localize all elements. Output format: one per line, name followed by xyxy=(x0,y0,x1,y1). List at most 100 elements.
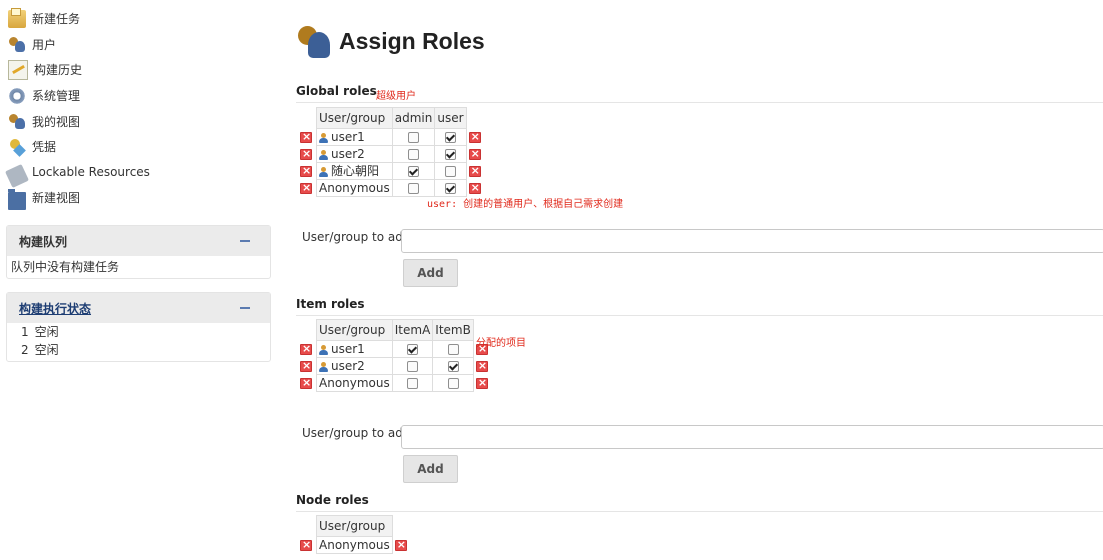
remove-row-icon[interactable] xyxy=(300,180,312,196)
task-manage[interactable]: 系统管理 xyxy=(8,83,270,109)
user-icon xyxy=(319,344,328,355)
task-my-views[interactable]: 我的视图 xyxy=(8,108,270,134)
task-label[interactable]: 我的视图 xyxy=(32,113,80,130)
user-group-cell: Anonymous xyxy=(316,536,393,554)
table-row: user1 xyxy=(298,128,485,146)
task-new-item[interactable]: 新建任务 xyxy=(8,6,270,32)
build-queue-header: 构建队列 xyxy=(7,226,270,256)
task-label[interactable]: Lockable Resources xyxy=(32,165,150,179)
task-label[interactable]: 用户 xyxy=(32,36,56,53)
user-group-cell: 随心朝阳 xyxy=(316,162,393,180)
role-checkbox[interactable] xyxy=(444,132,456,143)
build-queue-empty: 队列中没有构建任务 xyxy=(11,260,120,274)
table-header-row: User/group ItemA ItemB xyxy=(298,319,492,341)
remove-row-icon[interactable] xyxy=(468,146,481,162)
table-row: user2 xyxy=(298,145,485,163)
table-header-row: User/group admin user xyxy=(298,107,485,129)
role-checkbox[interactable] xyxy=(444,166,456,177)
executor-status: 空闲 xyxy=(34,325,59,339)
user-icon xyxy=(319,149,328,160)
page-title: Assign Roles xyxy=(296,24,485,58)
side-panel-tasks: 新建任务 用户 构建历史 系统管理 我的视图 凭据 Lockable Resou… xyxy=(5,6,270,211)
item-roles-heading: Item roles xyxy=(296,297,365,311)
collapse-icon[interactable] xyxy=(240,307,250,309)
role-checkbox[interactable] xyxy=(444,149,456,160)
global-roles-table: User/groupadminuseruser1user2随心朝阳Anonymo… xyxy=(298,107,485,197)
remove-row-icon[interactable] xyxy=(300,341,312,357)
role-checkbox[interactable] xyxy=(407,361,419,372)
task-new-view[interactable]: 新建视图 xyxy=(8,185,270,211)
table-row: user2 xyxy=(298,357,492,375)
task-label[interactable]: 构建历史 xyxy=(34,61,82,78)
people-icon xyxy=(8,35,26,53)
user-group-name: user1 xyxy=(331,342,365,356)
user-group-name: Anonymous xyxy=(319,538,390,552)
role-checkbox[interactable] xyxy=(447,361,459,372)
section-divider xyxy=(296,511,1103,512)
remove-row-icon[interactable] xyxy=(475,358,488,374)
task-label[interactable]: 新建任务 xyxy=(32,10,80,27)
column-header: user xyxy=(434,107,467,129)
role-checkbox[interactable] xyxy=(407,344,419,355)
user-icon xyxy=(319,166,328,177)
executors-title-link[interactable]: 构建执行状态 xyxy=(19,300,91,317)
task-build-history[interactable]: 构建历史 xyxy=(8,57,270,83)
remove-row-icon[interactable] xyxy=(475,375,488,391)
global-add-input[interactable] xyxy=(401,229,1103,253)
user-group-name: user2 xyxy=(331,359,365,373)
column-header: ItemB xyxy=(432,319,474,341)
user-group-cell: user1 xyxy=(316,128,393,146)
annotation-assigned-items: 分配的项目 xyxy=(476,338,526,349)
item-add-button[interactable]: Add xyxy=(403,455,458,483)
user-icon xyxy=(319,361,328,372)
remove-row-icon[interactable] xyxy=(468,163,481,179)
node-roles-heading: Node roles xyxy=(296,493,369,507)
task-people[interactable]: 用户 xyxy=(8,32,270,58)
column-header: ItemA xyxy=(391,319,434,341)
executors-pane: 构建执行状态 1 空闲 2 空闲 xyxy=(6,292,271,362)
user-group-name: Anonymous xyxy=(319,181,390,195)
user-group-cell: Anonymous xyxy=(316,374,393,392)
remove-row-icon[interactable] xyxy=(468,129,481,145)
user-group-cell: user1 xyxy=(316,340,393,358)
role-checkbox[interactable] xyxy=(408,183,420,194)
remove-row-icon[interactable] xyxy=(300,129,312,145)
task-label[interactable]: 系统管理 xyxy=(32,87,80,104)
table-row: Anonymous xyxy=(298,374,492,392)
folder-icon xyxy=(8,188,26,210)
role-checkbox[interactable] xyxy=(447,344,459,355)
table-row: Anonymous xyxy=(298,536,411,554)
remove-row-icon[interactable] xyxy=(300,375,312,391)
role-checkbox[interactable] xyxy=(407,378,419,389)
page-title-text: Assign Roles xyxy=(339,27,485,54)
remove-row-icon[interactable] xyxy=(300,537,312,553)
executor-status: 空闲 xyxy=(34,343,59,357)
role-checkbox[interactable] xyxy=(408,132,420,143)
role-checkbox[interactable] xyxy=(408,149,420,160)
task-label[interactable]: 新建视图 xyxy=(32,189,80,206)
user-group-cell: Anonymous xyxy=(316,179,393,197)
remove-row-icon[interactable] xyxy=(300,358,312,374)
section-divider xyxy=(296,102,1103,103)
remove-row-icon[interactable] xyxy=(300,163,312,179)
item-add-label: User/group to add xyxy=(302,426,411,440)
task-credentials[interactable]: 凭据 xyxy=(8,134,270,160)
global-add-button[interactable]: Add xyxy=(403,259,458,287)
annotation-user-role: user: 创建的普通用户、根据自己需求创建 xyxy=(427,199,624,210)
role-checkbox[interactable] xyxy=(444,183,456,194)
remove-row-icon[interactable] xyxy=(468,180,481,196)
task-label[interactable]: 凭据 xyxy=(32,138,56,155)
role-checkbox[interactable] xyxy=(447,378,459,389)
build-queue-pane: 构建队列 队列中没有构建任务 xyxy=(6,225,271,279)
item-add-input[interactable] xyxy=(401,425,1103,449)
task-lockable-resources[interactable]: Lockable Resources xyxy=(5,160,270,189)
build-queue-title: 构建队列 xyxy=(19,234,68,249)
role-checkbox[interactable] xyxy=(408,166,420,177)
collapse-icon[interactable] xyxy=(240,240,250,242)
remove-row-icon[interactable] xyxy=(394,537,407,553)
remove-row-icon[interactable] xyxy=(300,146,312,162)
column-header: User/group xyxy=(316,107,393,129)
table-row: Anonymous xyxy=(298,179,485,197)
global-add-label: User/group to add xyxy=(302,230,411,244)
user-icon xyxy=(319,132,328,143)
